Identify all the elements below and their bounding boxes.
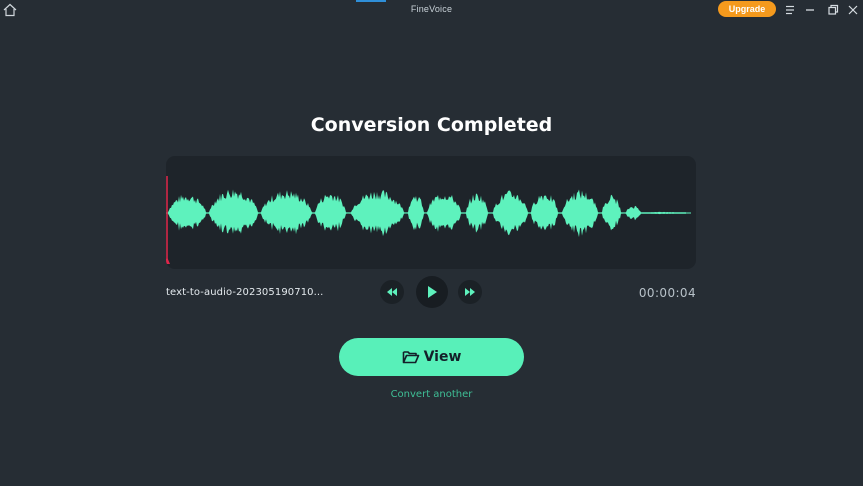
play-icon xyxy=(428,286,437,298)
duration-label: 00:00:04 xyxy=(638,286,696,300)
upgrade-button[interactable]: Upgrade xyxy=(718,1,776,17)
close-button[interactable] xyxy=(845,2,861,18)
view-button-label: View xyxy=(423,349,462,365)
play-button[interactable] xyxy=(416,276,448,308)
menu-button[interactable] xyxy=(782,2,798,18)
minimize-icon xyxy=(806,9,814,11)
convert-another-link[interactable]: Convert another xyxy=(0,389,863,400)
page-title: Conversion Completed xyxy=(310,114,553,136)
rewind-icon xyxy=(387,288,397,296)
waveform-panel[interactable] xyxy=(166,156,696,269)
minimize-button[interactable] xyxy=(802,2,818,18)
restore-icon xyxy=(828,4,839,15)
waveform xyxy=(166,176,691,264)
app-window: FineVoice Upgrade Conversion Completed t… xyxy=(0,0,863,486)
menu-icon xyxy=(786,5,794,15)
title-bar: FineVoice Upgrade xyxy=(0,0,863,20)
restore-button[interactable] xyxy=(825,2,841,18)
playhead[interactable] xyxy=(166,176,170,264)
close-icon xyxy=(848,5,858,15)
view-button[interactable]: View xyxy=(339,338,524,376)
active-tab-indicator xyxy=(356,0,386,2)
fast-forward-button[interactable] xyxy=(458,280,482,304)
fast-forward-icon xyxy=(465,288,475,296)
audio-filename: text-to-audio-202305190710... xyxy=(166,287,324,298)
folder-open-icon xyxy=(402,351,419,364)
waveform-shape xyxy=(168,189,686,238)
rewind-button[interactable] xyxy=(380,280,404,304)
